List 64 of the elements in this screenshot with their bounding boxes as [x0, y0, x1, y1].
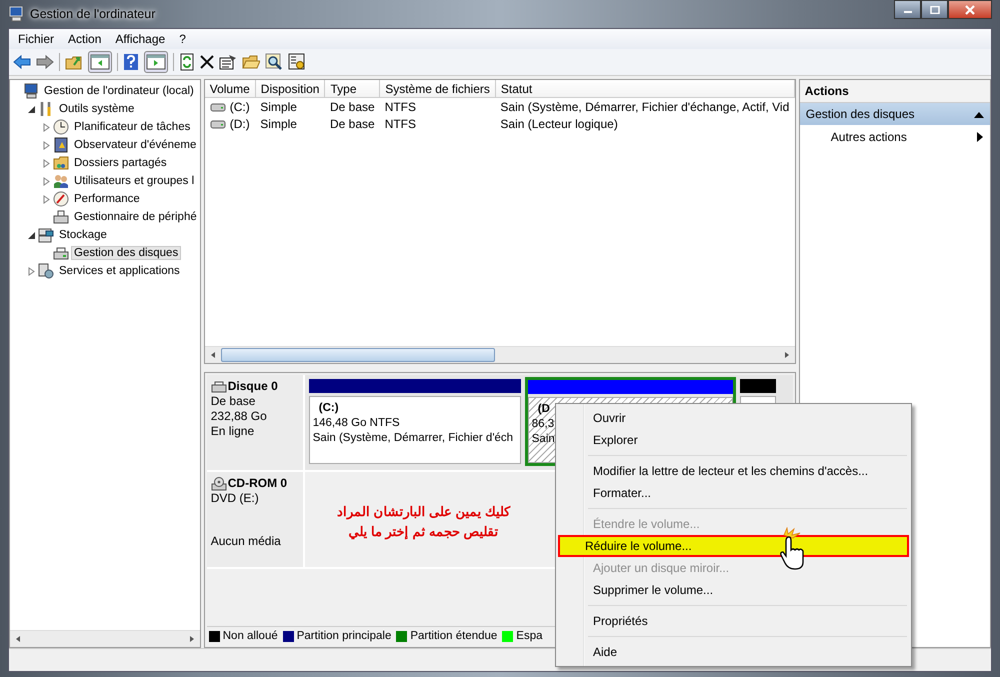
partition-info: Sain (Système, Démarrer, Fichier d'éch: [312, 431, 514, 446]
tree-item[interactable]: Gestion des disques: [71, 246, 182, 260]
table-cell: Sain (Lecteur logique): [500, 116, 618, 130]
action-link[interactable]: Autres actions: [800, 125, 990, 149]
menu-item[interactable]: Explorer: [558, 429, 909, 451]
menu-item[interactable]: Propriétés: [558, 610, 909, 632]
disk-name: CD-ROM 0: [228, 476, 288, 491]
legend-label: Espa: [516, 630, 543, 642]
disk-info: Aucun média: [210, 534, 282, 549]
table-cell: (C:): [230, 100, 250, 114]
tree-item[interactable]: Observateur d'événeme: [71, 138, 200, 152]
disk-info: En ligne: [210, 424, 256, 439]
menu-item[interactable]: ?: [172, 32, 193, 46]
partition-info: (D: [536, 402, 550, 417]
menu-item[interactable]: Fichier: [11, 32, 62, 46]
disk-label-panel[interactable]: CD-ROM 0 DVD (E:) Aucun média: [206, 472, 305, 567]
partition-box[interactable]: (C:) 146,48 Go NTFS Sain (Système, Démarrer, Fichier d'éch: [308, 396, 521, 464]
tree-item[interactable]: Services et applications: [56, 264, 183, 278]
table-cell: De base: [330, 116, 375, 130]
disk-info: 232,88 Go: [210, 409, 268, 424]
disk-info: De base: [210, 394, 256, 409]
menu-item[interactable]: Formater...: [558, 482, 909, 504]
partition-info: 86,3: [532, 417, 554, 432]
partition-info: 146,48 Go NTFS: [312, 416, 400, 431]
menu-item[interactable]: Réduire le volume...: [558, 535, 909, 557]
partition-info: (C:): [318, 401, 339, 416]
menu-item[interactable]: Action: [61, 32, 108, 46]
tree-item[interactable]: Outils système: [56, 102, 138, 116]
menu-item[interactable]: Affichage: [108, 32, 172, 46]
menu-item[interactable]: Modifier la lettre de lecteur et les chemins d'accès...: [558, 460, 909, 482]
section-header[interactable]: Gestion des disques: [800, 103, 990, 125]
tree-item[interactable]: Performance: [71, 192, 143, 206]
table-cell: NTFS: [384, 116, 416, 130]
tree-item[interactable]: Gestionnaire de périphé: [71, 210, 200, 224]
pane-header: Actions: [800, 80, 990, 103]
annotation-text: تقليص حجمه ثم إختر ما يلي: [347, 523, 500, 542]
tree-item[interactable]: Utilisateurs et groupes l: [71, 174, 198, 188]
column-header[interactable]: Statut: [495, 80, 794, 98]
legend-label: Partition étendue: [410, 630, 498, 642]
menu-item[interactable]: Ouvrir: [558, 407, 909, 429]
window-title: Gestion de l'ordinateur: [30, 7, 156, 21]
tree-item[interactable]: Planificateur de tâches: [71, 120, 194, 134]
table-cell: (D:): [230, 116, 250, 130]
table-cell: Sain (Système, Démarrer, Fichier d'échange, Actif, Vid: [500, 100, 790, 114]
tree-item[interactable]: Gestion de l'ordinateur (local): [41, 84, 197, 98]
disk-info: DVD (E:): [210, 491, 260, 506]
column-header[interactable]: Volume: [204, 80, 256, 98]
column-header[interactable]: Système de fichiers: [380, 80, 496, 98]
annotation-text: كليك يمين على البارتشان المراد: [336, 503, 510, 522]
partition-info: Sain: [532, 432, 555, 447]
disk-name: Disque 0: [228, 379, 278, 394]
table-cell: Simple: [260, 116, 297, 130]
legend-label: Partition principale: [296, 630, 392, 642]
tree-item[interactable]: Stockage: [56, 228, 110, 242]
table-cell: De base: [330, 100, 375, 114]
disk-label-panel[interactable]: Disque 0 De base 232,88 Go En ligne: [206, 375, 305, 470]
column-header[interactable]: Type: [324, 80, 380, 98]
menu-item[interactable]: Supprimer le volume...: [558, 579, 909, 601]
legend-label: Non alloué: [222, 630, 278, 642]
menu-item[interactable]: Aide: [558, 641, 909, 663]
column-header[interactable]: Disposition: [255, 80, 325, 98]
table-cell: Simple: [260, 100, 297, 114]
table-cell: NTFS: [384, 100, 416, 114]
tree-item[interactable]: Dossiers partagés: [71, 156, 170, 170]
